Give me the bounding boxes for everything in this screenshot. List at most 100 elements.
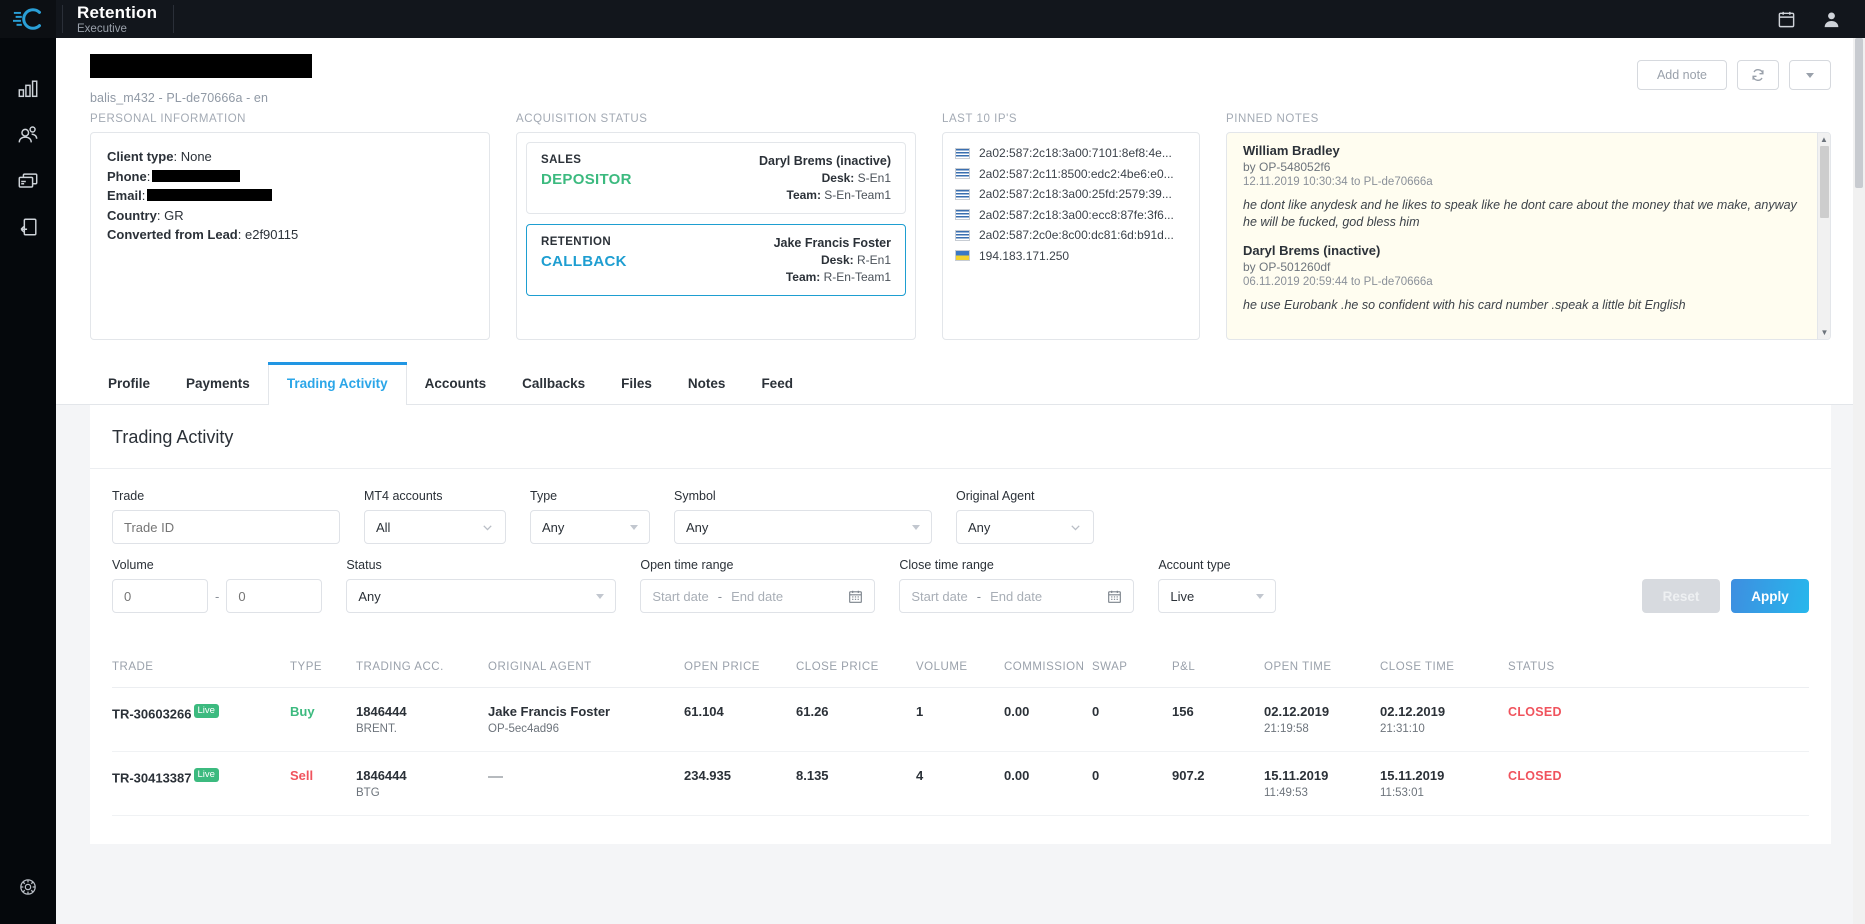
sidebar-item-payments[interactable]	[0, 158, 56, 204]
calendar-icon[interactable]	[1777, 10, 1796, 29]
scrollbar-thumb[interactable]	[1820, 146, 1829, 218]
close-date: 15.11.2019	[1380, 768, 1445, 783]
table-row[interactable]: TR-30603266 Live Buy 1846444 BRENT. Jake …	[112, 687, 1809, 752]
volume-from-input[interactable]	[112, 579, 208, 613]
type-select[interactable]: Any	[530, 510, 650, 544]
brand-logo-icon	[13, 8, 41, 30]
status-select[interactable]: Any	[346, 579, 617, 613]
tab-payments[interactable]: Payments	[168, 362, 268, 404]
cell-status: CLOSED	[1508, 751, 1809, 816]
personal-row-converted-from-lead: Converted from Lead: e2f90115	[107, 227, 299, 242]
page-scrollbar-thumb[interactable]	[1855, 38, 1863, 188]
acquisition-box-retention[interactable]: RETENTION CALLBACK Jake Francis Foster D…	[526, 224, 906, 296]
mt4-accounts-select[interactable]: All	[364, 510, 506, 544]
app-logo[interactable]	[0, 0, 56, 38]
pinned-note[interactable]: William Bradley by OP-548052f6 12.11.201…	[1243, 143, 1814, 243]
calendar-icon[interactable]	[1107, 589, 1122, 604]
cell-trade: TR-30413387 Live	[112, 751, 290, 816]
cell-type: Buy	[290, 687, 356, 752]
greece-flag-icon	[955, 168, 970, 180]
ip-list-item[interactable]: 2a02:587:2c11:8500:edc2:4be6:e0...	[955, 164, 1187, 185]
close-date: 02.12.2019	[1380, 704, 1446, 719]
ip-list-item[interactable]: 2a02:587:2c18:3a00:ecc8:87fe:3f6...	[955, 205, 1187, 226]
symbol-select[interactable]: Any	[674, 510, 932, 544]
tab-notes[interactable]: Notes	[670, 362, 744, 404]
acq-team: Team: R-En-Team1	[785, 270, 891, 284]
col-close-price: Close price	[796, 649, 916, 688]
close-time-range-picker[interactable]: Start date - End date	[899, 579, 1135, 613]
tab-accounts[interactable]: Accounts	[407, 362, 505, 404]
account-type-value: Live	[1170, 588, 1195, 604]
col-volume: Volume	[916, 649, 1004, 688]
trade-type: Buy	[290, 704, 315, 719]
bar-chart-icon	[18, 80, 38, 98]
tab-callbacks[interactable]: Callbacks	[504, 362, 603, 404]
open-time-range-picker[interactable]: Start date - End date	[640, 579, 876, 613]
topbar-actions	[1777, 10, 1841, 29]
apply-button[interactable]: Apply	[1731, 579, 1809, 613]
ip-list-item[interactable]: 2a02:587:2c0e:8c00:dc81:6d:b91d...	[955, 225, 1187, 246]
trade-id: TR-30603266	[112, 706, 192, 722]
personal-row-phone: Phone:	[107, 167, 473, 187]
acquisition-box-sales[interactable]: SALES DEPOSITOR Daryl Brems (inactive) D…	[526, 142, 906, 214]
sidebar-item-settings[interactable]	[0, 864, 56, 910]
cell-commission: 0.00	[1004, 751, 1092, 816]
acquisition-status-card: SALES DEPOSITOR Daryl Brems (inactive) D…	[516, 132, 916, 340]
field-trade: Trade	[112, 489, 340, 544]
left-sidebar	[0, 38, 56, 924]
table-row[interactable]: TR-30413387 Live Sell 1846444 BTG — 234.…	[112, 751, 1809, 816]
chevron-down-icon	[1256, 593, 1265, 599]
reset-button[interactable]: Reset	[1642, 579, 1720, 613]
volume-to-input[interactable]	[226, 579, 323, 613]
trade-id-input[interactable]	[112, 510, 340, 544]
col-original-agent: Original agent	[488, 649, 684, 688]
status-value: Any	[358, 588, 381, 604]
sidebar-item-dashboard[interactable]	[0, 66, 56, 112]
ip-list-item[interactable]: 2a02:587:2c18:3a00:25fd:2579:39...	[955, 184, 1187, 205]
trade-type: Sell	[290, 768, 314, 783]
users-icon	[18, 126, 38, 143]
cell-original-agent: Jake Francis Foster OP-5ec4ad96	[488, 687, 684, 752]
pinned-note[interactable]: Daryl Brems (inactive) by OP-501260df 06…	[1243, 243, 1814, 326]
acq-desk: Desk: S-En1	[821, 171, 891, 185]
refresh-button[interactable]	[1737, 60, 1779, 90]
cell-open-time: 15.11.2019 11:49:53	[1264, 751, 1380, 816]
status-badge: CLOSED	[1508, 769, 1562, 783]
ip-address: 2a02:587:2c18:3a00:25fd:2579:39...	[979, 187, 1172, 202]
last-ips-panel: Last 10 IP's 2a02:587:2c18:3a00:7101:8ef…	[942, 113, 1200, 340]
sidebar-item-documents[interactable]	[0, 204, 56, 250]
pinned-notes-scrollbar[interactable]: ▲ ▼	[1817, 133, 1830, 339]
profile-header-actions: Add note	[1637, 54, 1831, 90]
tab-feed[interactable]: Feed	[743, 362, 811, 404]
scroll-down-icon[interactable]: ▼	[1818, 326, 1830, 339]
symbol-value: Any	[686, 519, 709, 535]
add-note-button[interactable]: Add note	[1637, 60, 1727, 90]
ip-list-item[interactable]: 2a02:587:2c18:3a00:7101:8ef8:4e...	[955, 143, 1187, 164]
scroll-up-icon[interactable]: ▲	[1818, 133, 1830, 146]
acq-kind: SALES	[541, 154, 582, 166]
original-agent-select[interactable]: Any	[956, 510, 1094, 544]
sidebar-item-clients[interactable]	[0, 112, 56, 158]
tab-trading-activity[interactable]: Trading Activity	[267, 362, 407, 405]
pinned-notes-scrollport: William Bradley by OP-548052f6 12.11.201…	[1227, 133, 1830, 339]
calendar-icon[interactable]	[848, 589, 863, 604]
tab-profile[interactable]: Profile	[90, 362, 168, 404]
col-pl: P&L	[1172, 649, 1264, 688]
more-actions-button[interactable]	[1789, 60, 1831, 90]
topbar-divider-right	[173, 5, 175, 33]
col-open-price: Open price	[684, 649, 796, 688]
cell-commission: 0.00	[1004, 687, 1092, 752]
cell-status: CLOSED	[1508, 687, 1809, 752]
page-title: Trading Activity	[90, 405, 1831, 469]
user-icon[interactable]	[1822, 10, 1841, 29]
tab-files[interactable]: Files	[603, 362, 670, 404]
refresh-icon	[1752, 69, 1764, 81]
account-type-select[interactable]: Live	[1158, 579, 1277, 613]
ip-list-item[interactable]: 194.183.171.250	[955, 246, 1187, 267]
ip-address: 2a02:587:2c18:3a00:7101:8ef8:4e...	[979, 146, 1172, 161]
personal-row-client-type: Client type: None	[107, 149, 212, 164]
page-scrollbar[interactable]	[1853, 38, 1865, 924]
live-badge: Live	[193, 704, 219, 718]
note-by: by OP-501260df	[1243, 260, 1331, 274]
acq-desk: Desk: R-En1	[820, 253, 891, 267]
